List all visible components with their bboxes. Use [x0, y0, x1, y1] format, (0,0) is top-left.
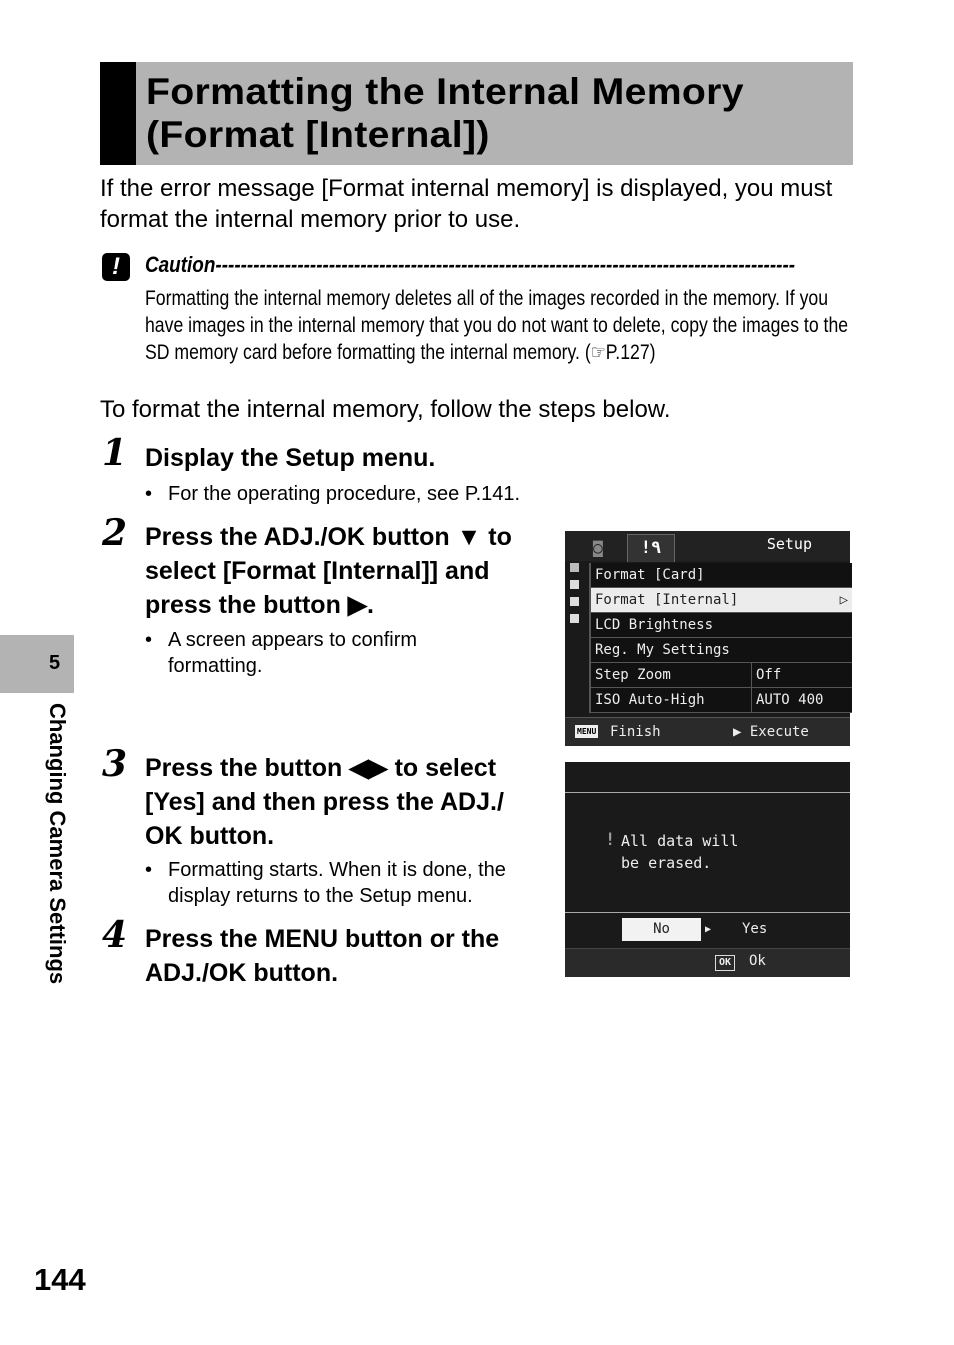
menu-item-value: Off: [751, 663, 781, 687]
step-number: 2: [102, 512, 128, 554]
caution-body: Formatting the internal memory deletes a…: [145, 285, 851, 367]
step-title: Press the ADJ./OK button ▼ to select [Fo…: [145, 523, 512, 619]
page-title: Formatting the Internal Memory (Format […: [146, 71, 744, 155]
chapter-number: 5: [49, 652, 61, 674]
step-title: Display the Setup menu.: [145, 444, 436, 472]
step-bullet: For the operating procedure, see P.141.: [145, 481, 520, 507]
execute-label: ▶ Execute: [733, 724, 809, 740]
chevron-right-icon: ▷: [839, 592, 848, 608]
setup-menu-screen: ◙ ǃ٩ Setup Format [Card] Format [Interna…: [565, 531, 852, 746]
no-button[interactable]: No: [622, 918, 701, 941]
camera-icon[interactable]: ◙: [573, 534, 623, 561]
menu-item-lcd-brightness[interactable]: LCD Brightness: [591, 613, 852, 638]
menu-title: Setup: [766, 535, 812, 553]
menu-item-format-card[interactable]: Format [Card]: [591, 563, 852, 588]
step-bullet: A screen appears to confirm formatting.: [145, 627, 468, 679]
step-number: 4: [102, 914, 128, 956]
menu-item-format-internal[interactable]: Format [Internal] ▷: [591, 588, 852, 613]
setup-menu-list: Format [Card] Format [Internal] ▷ LCD Bri…: [589, 563, 852, 713]
caution-heading: Caution---------------------------------…: [145, 252, 796, 277]
finish-label: Finish: [610, 724, 661, 740]
warning-icon: !: [605, 830, 616, 850]
page-number: 144: [34, 1262, 86, 1297]
step-title: Press the button ◀▶ to select [Yes] and …: [145, 754, 504, 850]
title-accent-block: [100, 62, 136, 165]
menu-key-icon: MENU: [575, 725, 599, 738]
chapter-title: Changing Camera Settings: [45, 703, 70, 985]
step-title: Press the MENU button or the ADJ./OK but…: [145, 925, 500, 987]
screen-header: [565, 762, 850, 793]
pointing-hand-icon: ☞: [590, 342, 606, 364]
intro-paragraph: If the error message [Format internal me…: [100, 175, 833, 233]
page-reference-link[interactable]: P.127): [606, 341, 656, 364]
yes-button[interactable]: Yes: [742, 918, 767, 941]
screen-footer: OK Ok: [565, 948, 850, 977]
step-number: 1: [102, 432, 128, 474]
section-title-bar: Formatting the Internal Memory (Format […: [100, 62, 853, 165]
menu-tabs: ◙ ǃ٩ Setup: [565, 531, 850, 562]
confirm-message: All data will be erased.: [621, 832, 739, 872]
ok-label: Ok: [749, 953, 766, 969]
step-bullet: Formatting starts. When it is done, the …: [145, 857, 548, 909]
menu-item-reg-my-settings[interactable]: Reg. My Settings: [591, 638, 852, 663]
step-number: 3: [102, 743, 128, 785]
menu-item-value: AUTO 400: [751, 688, 823, 712]
ok-key-icon: OK: [715, 955, 736, 971]
menu-item-iso-auto-high[interactable]: ISO Auto-High AUTO 400: [591, 688, 852, 713]
chapter-tab: [0, 635, 74, 693]
divider: [565, 912, 850, 913]
caution-exclamation-icon: !: [102, 253, 130, 281]
page-indicator: [567, 563, 589, 631]
wrench-icon[interactable]: ǃ٩: [627, 534, 675, 562]
screen-footer: MENU Finish ▶ Execute: [565, 717, 850, 746]
menu-item-step-zoom[interactable]: Step Zoom Off: [591, 663, 852, 688]
format-confirm-screen: ! All data will be erased. No ▶ Yes OK O…: [565, 762, 850, 977]
arrow-right-icon: ▶: [705, 924, 712, 935]
steps-intro: To format the internal memory, follow th…: [100, 396, 671, 423]
